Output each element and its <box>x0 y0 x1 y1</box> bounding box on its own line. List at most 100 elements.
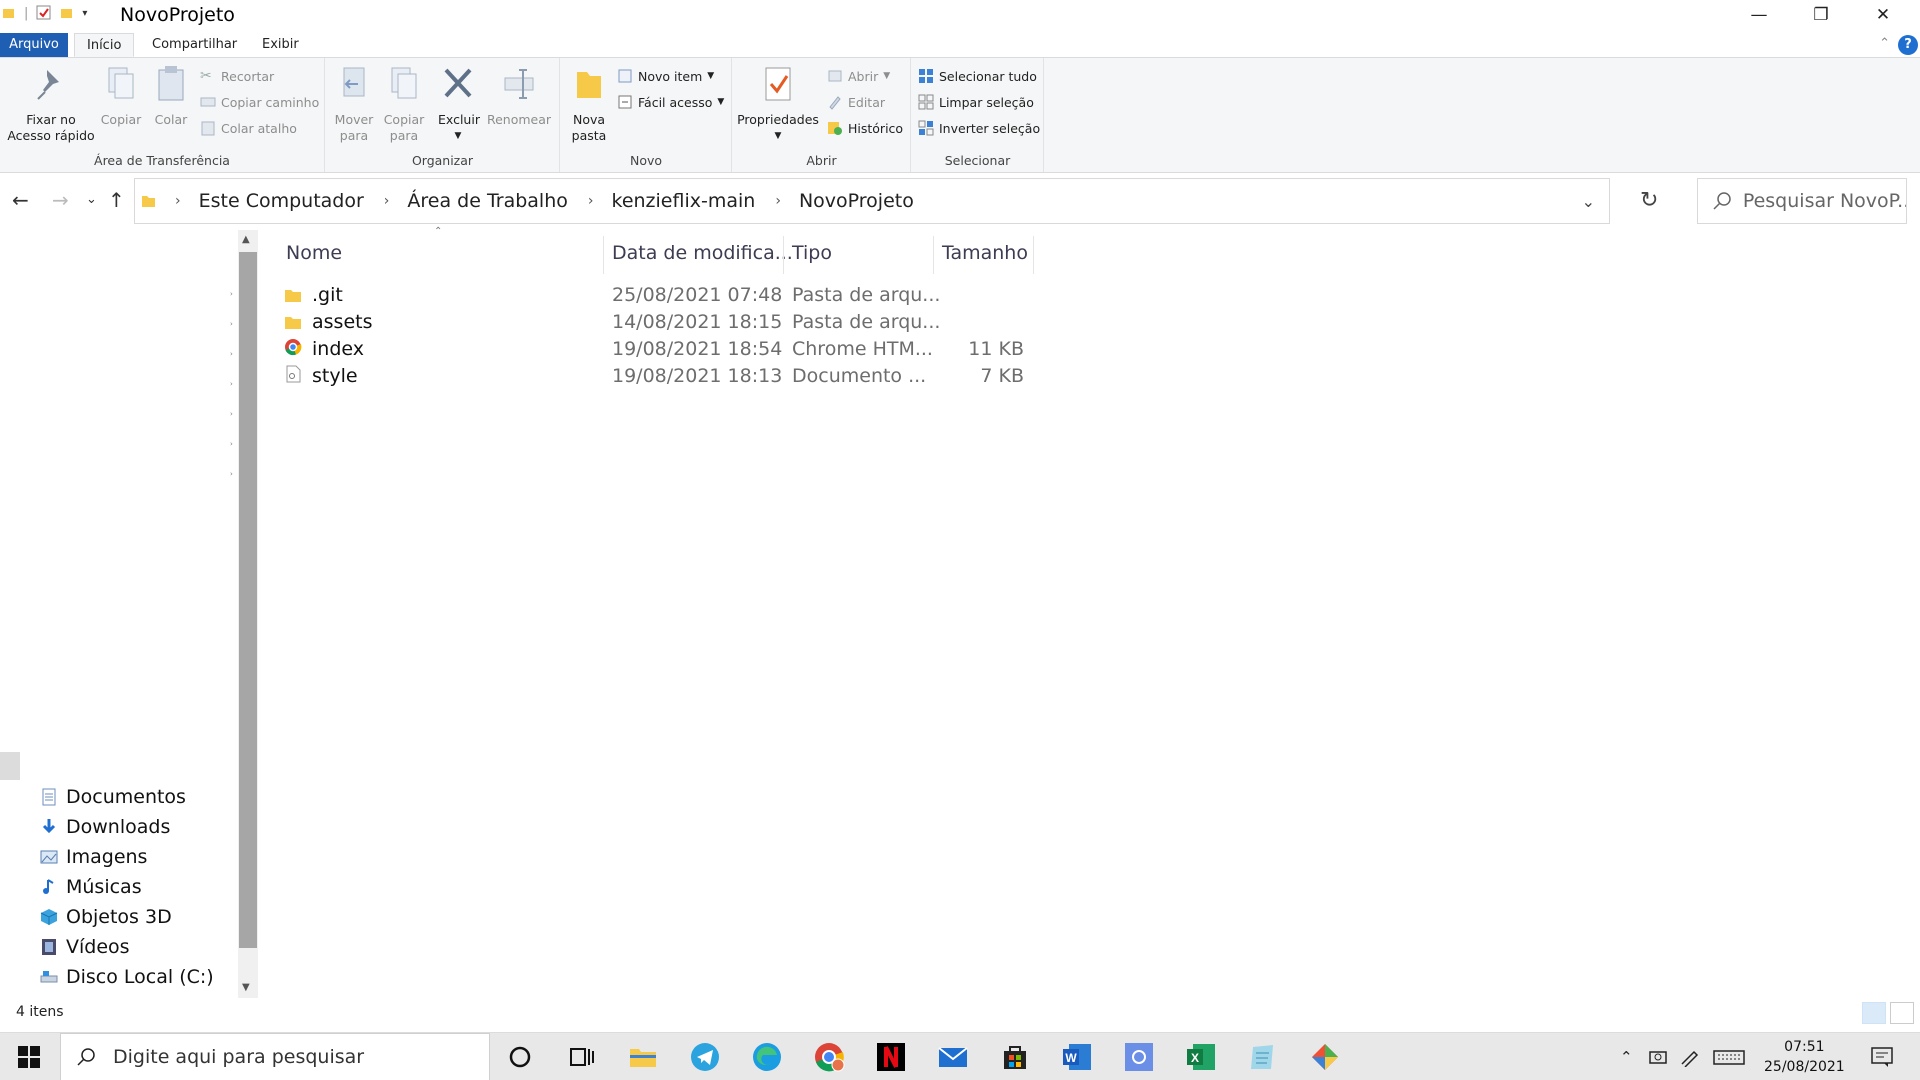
taskbar-search[interactable]: Digite aqui para pesquisar <box>60 1033 490 1080</box>
horizontal-scroll-thumb[interactable] <box>0 752 20 780</box>
help-icon[interactable]: ? <box>1898 35 1918 55</box>
expand-tree-icon[interactable]: › <box>230 440 233 448</box>
breadcrumb-este-computador[interactable]: Este Computador <box>199 190 364 212</box>
properties-check-icon[interactable] <box>36 5 52 21</box>
show-hidden-icons-chevron-icon[interactable]: ⌃ <box>1620 1048 1633 1066</box>
breadcrumb-separator-icon[interactable]: › <box>775 193 781 209</box>
git-gui-icon[interactable] <box>1309 1041 1341 1073</box>
select-none-button[interactable]: Limpar seleção <box>918 94 1034 110</box>
new-item-button[interactable]: Novo item ▼ <box>617 68 714 84</box>
column-header-name[interactable]: Nome <box>286 242 342 264</box>
open-button[interactable]: Abrir ▼ <box>827 68 890 84</box>
expand-tree-icon[interactable]: › <box>230 410 233 418</box>
properties-dropdown-icon[interactable]: ▼ <box>737 128 819 144</box>
column-header-date[interactable]: Data de modifica... <box>612 242 793 264</box>
history-button[interactable]: Histórico <box>827 120 903 136</box>
pen-icon[interactable] <box>1679 1047 1701 1067</box>
sidebar-item-documentos[interactable]: Documentos <box>40 786 186 808</box>
sidebar-item-disco-local[interactable]: Disco Local (C:) <box>40 966 214 988</box>
table-row[interactable]: style 19/08/2021 18:13 Documento ... 7 K… <box>284 363 1044 390</box>
collapse-ribbon-chevron-icon[interactable]: ⌃ <box>1879 36 1890 51</box>
column-divider[interactable] <box>933 236 934 274</box>
settings-app-icon[interactable] <box>1123 1041 1155 1073</box>
edit-button[interactable]: Editar <box>827 94 885 110</box>
column-header-type[interactable]: Tipo <box>792 242 832 264</box>
expand-tree-icon[interactable]: › <box>230 380 233 388</box>
column-divider[interactable] <box>783 236 784 274</box>
windows-start-icon[interactable] <box>18 1046 40 1068</box>
close-button[interactable]: ✕ <box>1852 0 1914 30</box>
scroll-down-arrow-icon[interactable]: ▼ <box>242 982 250 993</box>
telegram-icon[interactable] <box>689 1041 721 1073</box>
copy-to-button[interactable]: Copiar para <box>382 64 426 144</box>
notifications-icon[interactable] <box>1870 1046 1894 1068</box>
back-arrow-icon[interactable]: ← <box>12 188 29 212</box>
easy-access-button[interactable]: Fácil acesso ▼ <box>617 94 724 110</box>
table-row[interactable]: assets 14/08/2021 18:15 Pasta de arqu... <box>284 309 1044 336</box>
paste-shortcut-button[interactable]: Colar atalho <box>200 120 297 136</box>
word-icon[interactable]: W <box>1061 1041 1093 1073</box>
large-icons-view-icon[interactable] <box>1890 1002 1914 1024</box>
copy-button[interactable]: Copiar <box>98 64 144 128</box>
breadcrumb-separator-icon[interactable]: › <box>175 193 181 209</box>
copy-path-button[interactable]: Copiar caminho <box>200 94 319 110</box>
camera-icon[interactable] <box>1647 1047 1669 1067</box>
navigation-scroll-thumb[interactable] <box>239 252 257 948</box>
cut-button[interactable]: ✂ Recortar <box>200 68 274 84</box>
breadcrumb-novoprojeto[interactable]: NovoProjeto <box>799 190 914 212</box>
forward-arrow-icon[interactable]: → <box>52 188 69 212</box>
address-bar[interactable]: › Este Computador › Área de Trabalho › k… <box>134 178 1610 224</box>
sidebar-item-musicas[interactable]: Músicas <box>40 876 142 898</box>
search-input[interactable]: Pesquisar NovoP... <box>1743 190 1906 212</box>
delete-button[interactable]: Excluir ▼ <box>438 64 480 144</box>
keyboard-icon[interactable] <box>1712 1047 1745 1067</box>
sidebar-item-downloads[interactable]: Downloads <box>40 816 170 838</box>
restore-button[interactable]: ❐ <box>1790 0 1852 30</box>
tab-inicio[interactable]: Início <box>74 33 135 57</box>
column-header-size[interactable]: Tamanho <box>942 242 1028 264</box>
paste-button[interactable]: Colar <box>148 64 194 128</box>
refresh-icon[interactable]: ↻ <box>1640 188 1658 213</box>
new-folder-button[interactable]: Nova pasta <box>567 64 611 144</box>
new-folder-icon[interactable] <box>60 6 74 20</box>
expand-tree-icon[interactable]: › <box>230 470 233 478</box>
column-divider[interactable] <box>603 236 604 274</box>
minimize-button[interactable]: — <box>1728 0 1790 30</box>
notepad-icon[interactable] <box>1247 1041 1279 1073</box>
chrome-icon[interactable] <box>813 1041 845 1073</box>
sidebar-item-imagens[interactable]: Imagens <box>40 846 147 868</box>
tab-exibir[interactable]: Exibir <box>250 33 311 57</box>
breadcrumb-area-de-trabalho[interactable]: Área de Trabalho <box>407 190 567 212</box>
file-explorer-icon[interactable] <box>627 1041 659 1073</box>
invert-selection-button[interactable]: Inverter seleção <box>918 120 1040 136</box>
edge-icon[interactable] <box>751 1041 783 1073</box>
tab-compartilhar[interactable]: Compartilhar <box>140 33 249 57</box>
expand-tree-icon[interactable]: › <box>230 320 233 328</box>
recent-locations-chevron-icon[interactable]: ⌄ <box>86 192 97 207</box>
up-arrow-icon[interactable]: ↑ <box>108 188 125 212</box>
excel-icon[interactable]: X <box>1185 1041 1217 1073</box>
breadcrumb-separator-icon[interactable]: › <box>384 193 390 209</box>
properties-button[interactable]: Propriedades ▼ <box>737 64 819 144</box>
scroll-up-arrow-icon[interactable]: ▲ <box>242 234 250 245</box>
address-dropdown-chevron-icon[interactable]: ⌄ <box>1582 192 1595 211</box>
delete-dropdown-icon[interactable]: ▼ <box>438 128 478 144</box>
select-all-button[interactable]: Selecionar tudo <box>918 68 1037 84</box>
search-box[interactable]: Pesquisar NovoP... <box>1697 178 1907 224</box>
column-divider[interactable] <box>1033 236 1034 274</box>
expand-tree-icon[interactable]: › <box>230 350 233 358</box>
pin-quick-access-button[interactable]: Fixar no Acesso rápido <box>6 64 96 144</box>
task-view-icon[interactable] <box>565 1041 597 1073</box>
system-clock[interactable]: 07:51 25/08/2021 <box>1764 1037 1845 1077</box>
breadcrumb-kenzieflix-main[interactable]: kenzieflix-main <box>612 190 756 212</box>
details-view-icon[interactable] <box>1862 1002 1886 1024</box>
breadcrumb-separator-icon[interactable]: › <box>588 193 594 209</box>
table-row[interactable]: .git 25/08/2021 07:48 Pasta de arqu... <box>284 282 1044 309</box>
customize-toolbar-chevron-icon[interactable]: ▾ <box>82 8 87 19</box>
cortana-icon[interactable] <box>504 1041 536 1073</box>
rename-button[interactable]: Renomear <box>486 64 552 128</box>
netflix-icon[interactable] <box>875 1041 907 1073</box>
tab-arquivo[interactable]: Arquivo <box>0 33 68 57</box>
sidebar-item-videos[interactable]: Vídeos <box>40 936 130 958</box>
sidebar-item-objetos-3d[interactable]: Objetos 3D <box>40 906 172 928</box>
